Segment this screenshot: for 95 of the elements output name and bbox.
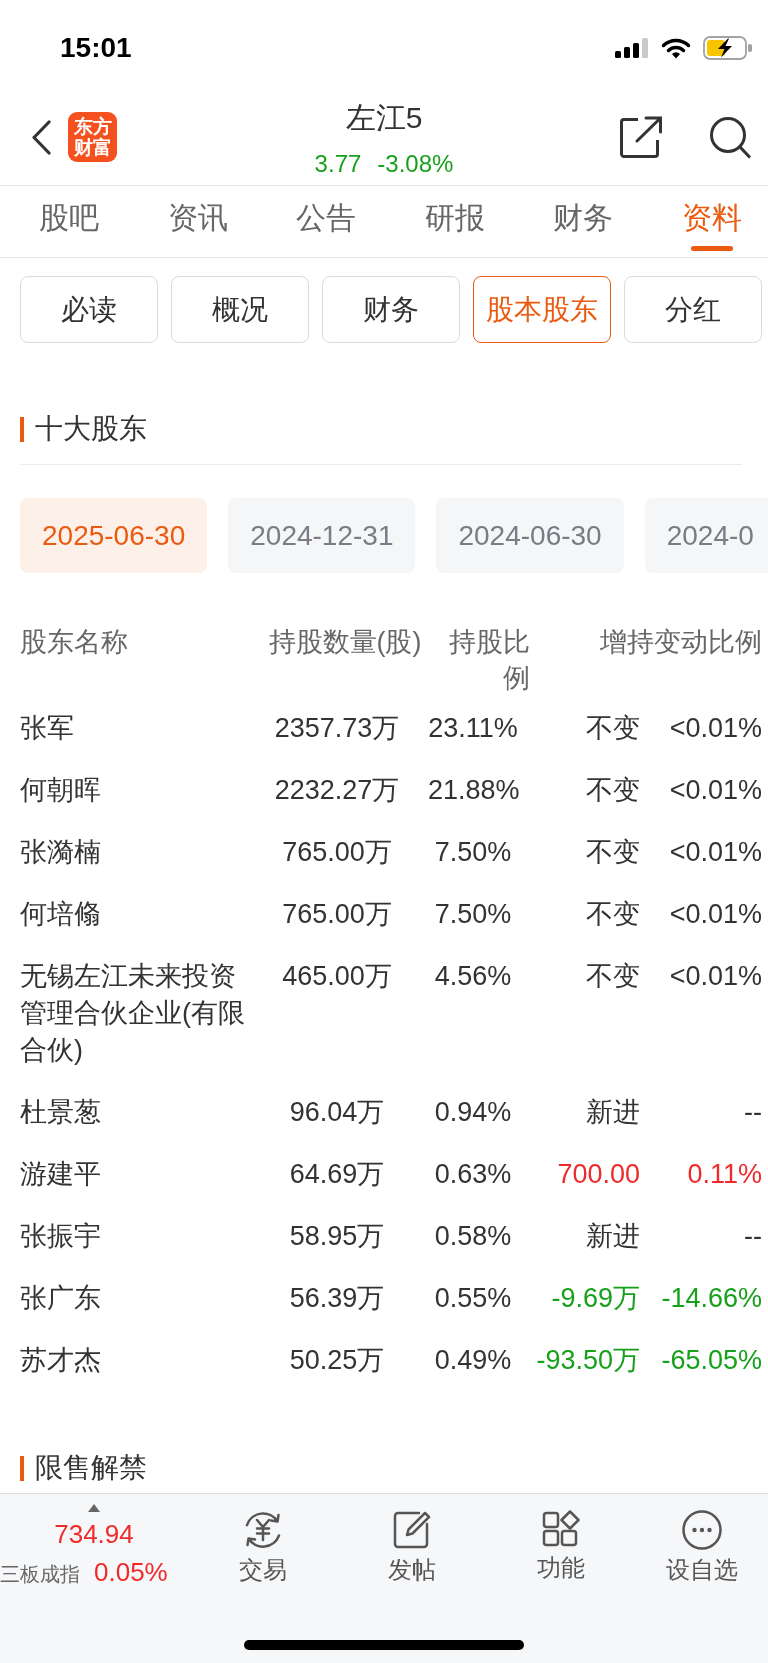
stock-change: -3.08% — [377, 149, 454, 179]
search-icon[interactable] — [709, 116, 751, 159]
section-tab[interactable]: 股本股东 — [473, 276, 611, 343]
more-icon — [681, 1510, 722, 1550]
shareholder-name: 张广东 — [20, 1282, 102, 1315]
section-heading: 限售解禁 — [35, 1451, 147, 1485]
wifi-icon — [661, 36, 691, 59]
change-ratio: <0.01% — [668, 774, 762, 807]
shareholder-name: 杜景葱 — [20, 1096, 102, 1129]
nav-tab[interactable]: 股吧 — [39, 186, 99, 257]
holding-ratio: 7.50% — [433, 898, 513, 931]
share-count: 465.00万 — [281, 960, 393, 993]
share-count: 96.04万 — [288, 1096, 386, 1129]
holding-ratio: 4.56% — [433, 960, 513, 993]
holding-ratio: 21.88% — [428, 774, 521, 807]
shareholder-name: 游建平 — [20, 1158, 102, 1191]
column-header: 持股比例 — [448, 626, 530, 695]
change-amount: 700.00 — [556, 1158, 641, 1191]
share-count: 64.69万 — [288, 1158, 386, 1191]
change-amount: 不变 — [585, 898, 641, 931]
change-ratio: <0.01% — [668, 836, 762, 869]
change-amount: -9.69万 — [550, 1282, 641, 1315]
holding-ratio: 0.63% — [433, 1158, 513, 1191]
section-marker-icon — [20, 1455, 24, 1481]
status-time: 15:01 — [60, 30, 132, 65]
shareholder-name: 张漪楠 — [20, 836, 102, 869]
grid-icon — [541, 1510, 580, 1548]
stock-title: 左江5 — [345, 100, 423, 136]
change-amount: 不变 — [585, 836, 641, 869]
index-name: 三板成指 — [0, 1562, 80, 1587]
column-header: 持股数量(股) — [267, 626, 423, 659]
section-heading: 十大股东 — [35, 412, 147, 446]
share-count: 765.00万 — [281, 898, 393, 931]
shareholder-name: 张振宇 — [20, 1220, 102, 1253]
date-chip[interactable]: 2025-06-30 — [20, 498, 208, 573]
section-tab[interactable]: 分红 — [624, 276, 762, 343]
change-amount: 不变 — [585, 712, 641, 745]
edit-icon — [391, 1510, 432, 1550]
brand-logo: 东方财富 — [68, 112, 117, 162]
shareholder-name: 苏才杰 — [20, 1344, 102, 1377]
nav-tab[interactable]: 资料 — [681, 186, 742, 257]
shareholder-name: 无锡左江未来投资管理合伙企业(有限合伙) — [20, 960, 246, 1067]
back-icon[interactable] — [31, 119, 51, 155]
change-ratio: -65.05% — [660, 1344, 762, 1377]
change-ratio: <0.01% — [668, 898, 762, 931]
date-chip[interactable]: 2024-06-30 — [436, 498, 624, 573]
holding-ratio: 0.55% — [433, 1282, 513, 1315]
nav-tab[interactable]: 资讯 — [167, 186, 228, 257]
signal-icon — [615, 37, 649, 58]
change-amount: 不变 — [585, 774, 641, 807]
stock-price: 3.77 — [314, 149, 362, 179]
nav-tab[interactable]: 财务 — [553, 186, 614, 257]
index-value: 734.94 — [54, 1519, 134, 1549]
section-marker-icon — [20, 416, 24, 442]
trade-button[interactable]: 交易 — [238, 1494, 287, 1589]
change-amount: 不变 — [585, 960, 641, 993]
share-count: 765.00万 — [281, 836, 393, 869]
change-ratio: 0.11% — [686, 1158, 762, 1191]
change-ratio: -- — [743, 1220, 762, 1253]
nav-tab[interactable]: 研报 — [424, 186, 485, 257]
share-count: 58.95万 — [288, 1220, 386, 1253]
share-icon[interactable] — [619, 116, 663, 159]
index-change: 0.05% — [94, 1557, 168, 1587]
share-count: 2357.73万 — [273, 712, 401, 745]
change-amount: -93.50万 — [535, 1344, 641, 1377]
section-tab[interactable]: 必读 — [20, 276, 158, 343]
change-ratio: <0.01% — [668, 712, 762, 745]
battery-charging-icon — [703, 35, 753, 60]
holding-ratio: 23.11% — [428, 712, 519, 745]
change-ratio: -14.66% — [660, 1282, 762, 1315]
column-header: 股东名称 — [20, 626, 129, 659]
change-ratio: <0.01% — [668, 960, 762, 993]
functions-button[interactable]: 功能 — [536, 1494, 585, 1589]
share-count: 2232.27万 — [273, 774, 401, 807]
post-button[interactable]: 发帖 — [387, 1494, 436, 1589]
caret-up-icon[interactable] — [88, 1504, 100, 1512]
shareholder-name: 何朝晖 — [20, 774, 102, 807]
change-amount: 新进 — [585, 1220, 641, 1253]
share-count: 56.39万 — [288, 1282, 386, 1315]
change-ratio: -- — [743, 1096, 762, 1129]
section-tab[interactable]: 财务 — [322, 276, 460, 343]
date-chip[interactable]: 2024-12-31 — [228, 498, 416, 573]
column-header: 增持变动比例 — [599, 626, 762, 659]
nav-tab[interactable]: 公告 — [296, 186, 357, 257]
date-chip[interactable]: 2024-0 — [644, 498, 768, 573]
section-tab[interactable]: 概况 — [171, 276, 309, 343]
shareholder-name: 何培翛 — [20, 898, 102, 931]
holding-ratio: 0.49% — [433, 1344, 513, 1377]
shareholder-name: 张军 — [20, 712, 75, 745]
holding-ratio: 0.58% — [433, 1220, 513, 1253]
watchlist-button[interactable]: 设自选 — [665, 1494, 738, 1589]
change-amount: 新进 — [585, 1096, 641, 1129]
holding-ratio: 0.94% — [433, 1096, 513, 1129]
holding-ratio: 7.50% — [433, 836, 513, 869]
share-count: 50.25万 — [288, 1344, 386, 1377]
